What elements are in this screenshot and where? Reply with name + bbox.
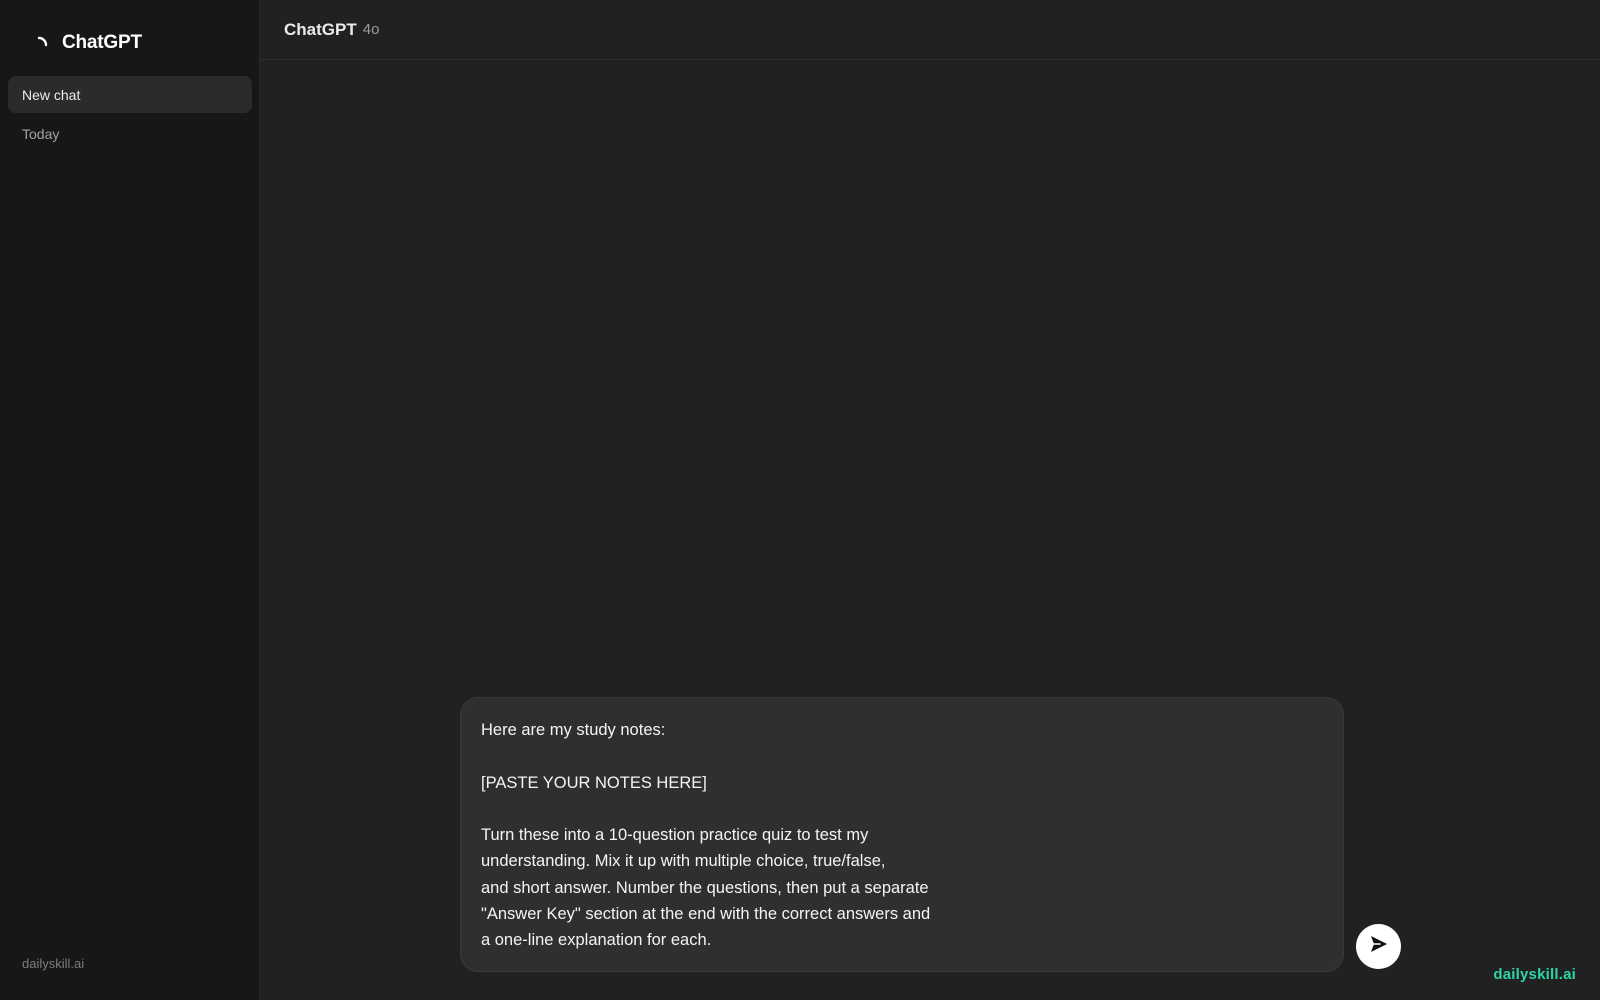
model-version-label[interactable]: 4o [363,21,380,38]
watermark-text: dailyskill.ai [1493,966,1576,983]
prompt-composer[interactable]: Here are my study notes: [PASTE YOUR NOT… [460,697,1344,972]
main-panel: ChatGPT 4o Here are my study notes: [PAS… [260,0,1600,1000]
spinner-logo-icon [36,34,54,52]
sidebar: ChatGPT New chat Today dailyskill.ai [0,0,260,1000]
new-chat-button[interactable]: New chat [8,76,252,113]
top-bar: ChatGPT 4o [260,0,1600,60]
sidebar-footer-text: dailyskill.ai [22,956,85,971]
send-arrow-icon [1369,934,1389,959]
app-window: ChatGPT New chat Today dailyskill.ai Cha… [0,0,1600,1000]
prompt-input[interactable]: Here are my study notes: [PASTE YOUR NOT… [481,717,1323,954]
brand[interactable]: ChatGPT [36,26,142,60]
model-selector-name[interactable]: ChatGPT [284,20,357,40]
history-section-label: Today [22,126,60,142]
brand-title: ChatGPT [62,32,142,53]
send-button[interactable] [1356,924,1401,969]
